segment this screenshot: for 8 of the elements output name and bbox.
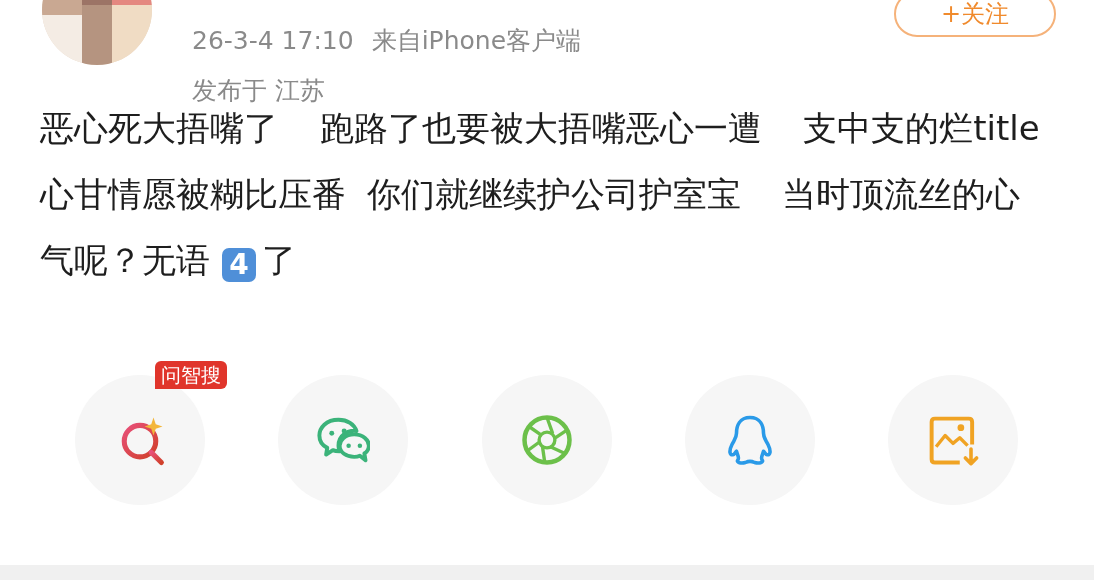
follow-button[interactable]: +关注 <box>894 0 1056 37</box>
post-source: 来自iPhone客户端 <box>371 25 582 57</box>
feature-badge: 问智搜 <box>155 361 227 389</box>
aperture-icon <box>519 413 574 467</box>
post-time: 26-3-4 17:10 <box>192 25 354 57</box>
post-location: 发布于 江苏 <box>192 75 325 107</box>
keycap-emoji: 4 <box>222 248 256 282</box>
post-text: 恶心死大捂嘴了 跑路了也要被大捂嘴恶心一遭 支中支的烂title 心甘情愿被糊比压番 你们就继续护公司护室宝 当时顶流丝的心气呢？无语 4 了 <box>40 107 1040 284</box>
